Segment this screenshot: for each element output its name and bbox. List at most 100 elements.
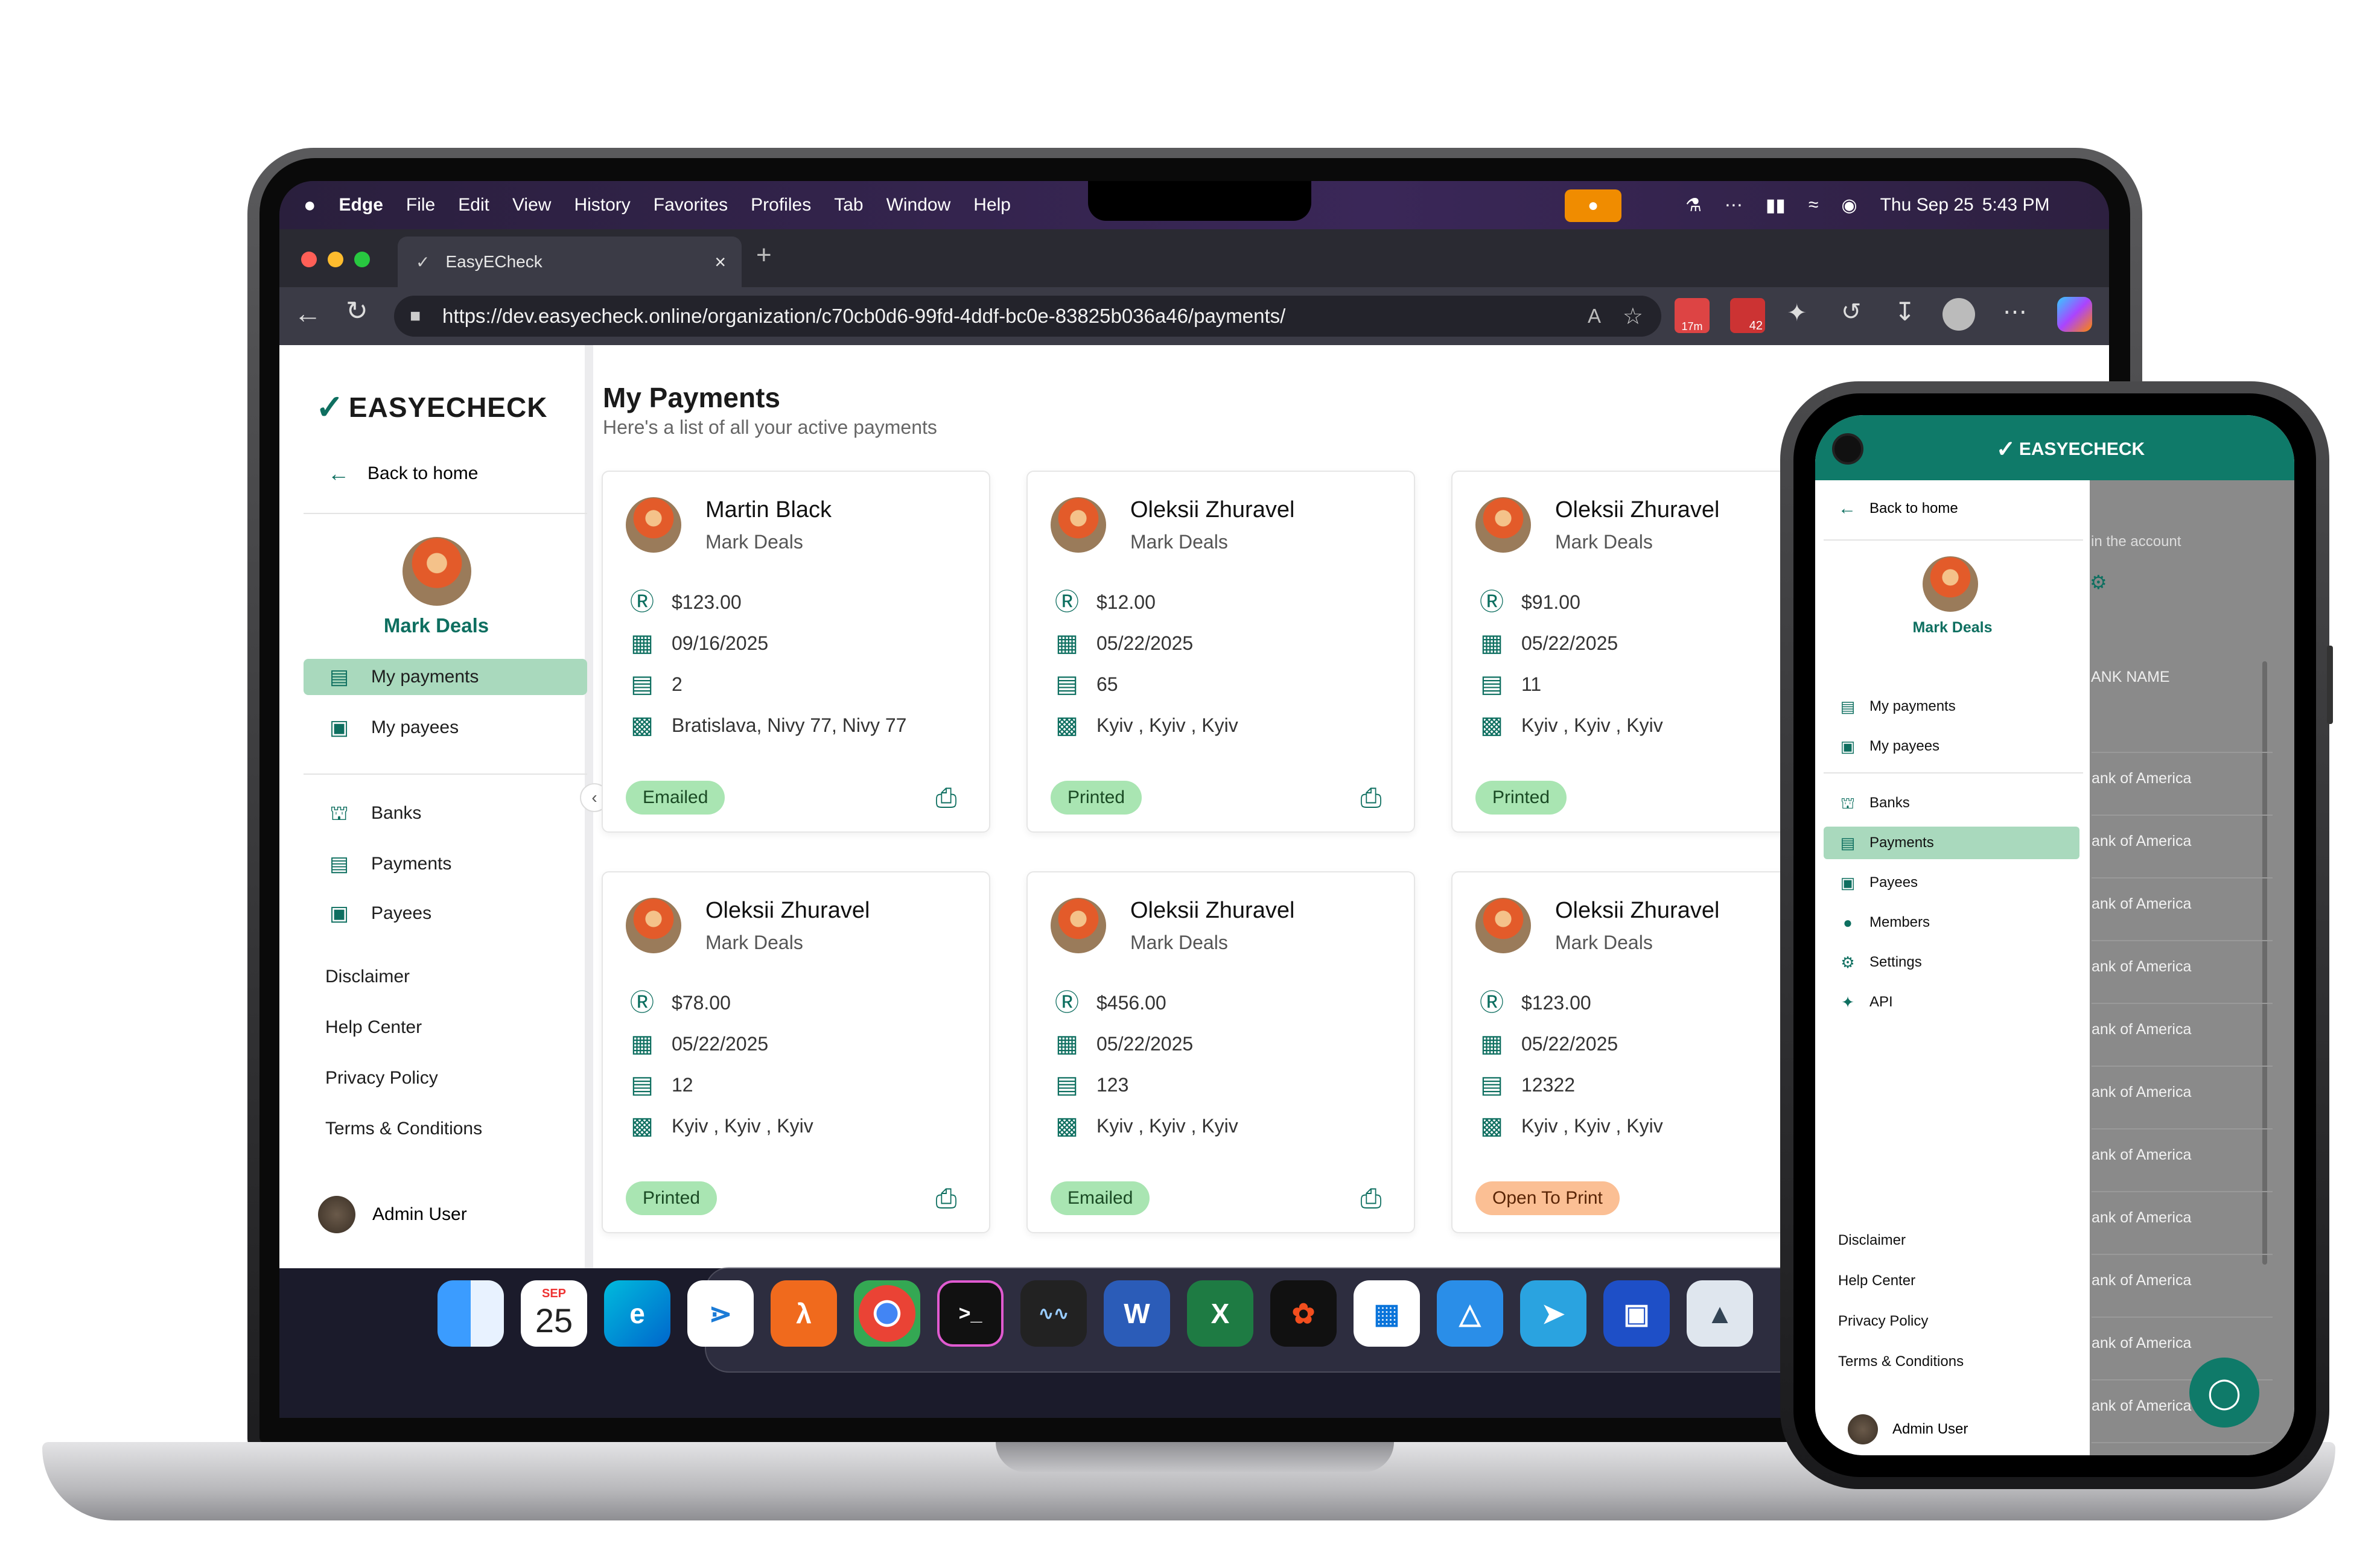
close-window-button[interactable] — [301, 252, 317, 267]
control-center-icon[interactable]: ◉ — [1841, 195, 1857, 216]
disclaimer-link[interactable]: Disclaimer — [325, 967, 410, 987]
terms-link[interactable]: Terms & Conditions — [325, 1119, 482, 1139]
printer-icon[interactable]: ⎙ — [930, 1183, 962, 1215]
phone-privacy-policy-link[interactable]: Privacy Policy — [1838, 1313, 1928, 1330]
app-store-icon[interactable]: △ — [1437, 1280, 1503, 1347]
browser-tab[interactable]: ✓ EasyECheck × — [398, 237, 742, 287]
menu-history[interactable]: History — [574, 195, 630, 215]
extensions-icon[interactable]: ✦ — [1787, 299, 1807, 327]
menu-help[interactable]: Help — [973, 195, 1011, 215]
phone-nav-members[interactable]: ● Members — [1824, 906, 2079, 939]
word-icon[interactable]: W — [1104, 1280, 1170, 1347]
history-icon[interactable]: ↺ — [1841, 298, 1862, 326]
address-bar[interactable]: ■ https://dev.easyecheck.online/organiza… — [394, 296, 1661, 337]
phone-nav-payments[interactable]: ▤ Payments — [1824, 827, 2079, 859]
lambda-app-icon[interactable]: λ — [771, 1280, 837, 1347]
phone-help-center-link[interactable]: Help Center — [1838, 1272, 1915, 1289]
figma-icon[interactable]: ✿ — [1270, 1280, 1337, 1347]
menu-app-name[interactable]: Edge — [339, 195, 383, 215]
menu-edit[interactable]: Edit — [458, 195, 489, 215]
building-icon: ▩ — [1055, 712, 1078, 739]
sidebar-item-my-payments[interactable]: ▤ My payments — [304, 659, 587, 695]
chrome-icon[interactable] — [854, 1280, 920, 1347]
excel-icon[interactable]: X — [1187, 1280, 1253, 1347]
back-icon[interactable]: ← — [294, 297, 322, 329]
payment-card[interactable]: Oleksii Zhuravel Mark Deals Ⓡ $12.00 ▦ 05/22/… — [1026, 471, 1415, 833]
more-icon[interactable]: ⋯ — [1725, 195, 1743, 216]
phone-nav-banks[interactable]: ⛫ Banks — [1824, 787, 2079, 819]
phone-disclaimer-link[interactable]: Disclaimer — [1838, 1232, 1906, 1249]
favorite-star-icon[interactable]: ☆ — [1623, 303, 1643, 330]
sidebar-item-my-payees[interactable]: ▣ My payees — [304, 710, 587, 746]
menu-file[interactable]: File — [406, 195, 435, 215]
status-badge: Open To Print — [1475, 1181, 1620, 1215]
accessibility-icon[interactable]: ⚗ — [1685, 195, 1702, 216]
privacy-policy-link[interactable]: Privacy Policy — [325, 1068, 438, 1088]
payment-card[interactable]: Oleksii Zhuravel Mark Deals Ⓡ $456.00 ▦ 05/22… — [1026, 871, 1415, 1233]
sidebar-item-payments[interactable]: ▤ Payments — [304, 846, 587, 882]
screen-sharing-icon[interactable]: ▣ — [1603, 1280, 1670, 1347]
sidebar-item-payees[interactable]: ▣ Payees — [304, 895, 587, 932]
phone-back-to-home[interactable]: ← Back to home — [1838, 498, 1958, 519]
calendar-icon[interactable]: SEP 25 — [521, 1280, 587, 1347]
payment-card[interactable]: Oleksii Zhuravel Mark Deals Ⓡ $78.00 ▦ 05/22/… — [602, 871, 990, 1233]
phone-user-menu[interactable]: Admin User — [1848, 1414, 1968, 1444]
extension-17m-icon[interactable]: 17m — [1675, 298, 1710, 333]
printer-icon[interactable]: ⎙ — [1355, 782, 1387, 815]
payment-amount: $123.00 — [1521, 991, 1591, 1014]
reload-icon[interactable]: ↻ — [346, 296, 368, 326]
minimize-window-button[interactable] — [328, 252, 343, 267]
read-aloud-icon[interactable]: A — [1588, 305, 1601, 328]
menu-profiles[interactable]: Profiles — [751, 195, 811, 215]
downloads-icon[interactable]: ↧ — [1894, 297, 1915, 326]
preview-icon[interactable]: ▲ — [1687, 1280, 1753, 1347]
check-number: 12 — [672, 1073, 693, 1096]
vscode-icon[interactable]: ⋗ — [687, 1280, 754, 1347]
battery-icon[interactable]: ▮▮ — [1766, 195, 1786, 216]
menubar-time[interactable]: 5:43 PM — [1982, 195, 2050, 215]
user-menu[interactable]: Admin User — [318, 1196, 467, 1233]
phone-nav-my-payments[interactable]: ▤ My payments — [1824, 690, 2079, 723]
chat-bubble-button[interactable]: ◯ — [2189, 1358, 2259, 1428]
phone-brand-logo[interactable]: ✓ EASYECHECK — [1996, 436, 2145, 463]
microphone-icon[interactable]: ● — [1565, 189, 1621, 222]
wifi-icon[interactable]: ≈ — [1809, 195, 1818, 215]
org-name[interactable]: Mark Deals — [279, 614, 593, 637]
zoom-window-button[interactable] — [354, 252, 370, 267]
edge-browser-icon[interactable]: e — [604, 1280, 670, 1347]
profile-avatar-icon[interactable] — [1942, 298, 1975, 331]
terminal-icon[interactable]: >_ — [937, 1280, 1004, 1347]
menu-view[interactable]: View — [512, 195, 551, 215]
payment-card[interactable]: Martin Black Mark Deals Ⓡ $123.00 ▦ 09/16/202… — [602, 471, 990, 833]
mail-extension-icon[interactable]: 42 — [1730, 298, 1765, 333]
phone-nav-payees[interactable]: ▣ Payees — [1824, 866, 2079, 899]
menubar-date[interactable]: Thu Sep 25 — [1880, 195, 1974, 215]
card-icon: ▤ — [1480, 671, 1503, 697]
menu-favorites[interactable]: Favorites — [654, 195, 728, 215]
windows-app-icon[interactable]: ▦ — [1354, 1280, 1420, 1347]
phone-nav-api[interactable]: ✦ API — [1824, 986, 2079, 1018]
printer-icon[interactable]: ⎙ — [1355, 1183, 1387, 1215]
phone-nav-settings[interactable]: ⚙ Settings — [1824, 946, 2079, 979]
copilot-icon[interactable] — [2057, 297, 2092, 332]
phone-terms-link[interactable]: Terms & Conditions — [1838, 1353, 1964, 1370]
activity-monitor-icon[interactable]: ∿∿ — [1020, 1280, 1087, 1347]
phone-nav-my-payees[interactable]: ▣ My payees — [1824, 730, 2079, 763]
browser-menu-icon[interactable]: ⋯ — [2003, 298, 2027, 326]
printer-icon[interactable]: ⎙ — [930, 782, 962, 815]
tab-close-icon[interactable]: × — [714, 251, 726, 273]
sidebar-item-banks[interactable]: ⛫ Banks — [304, 795, 587, 831]
back-to-home-link[interactable]: ← Back to home — [328, 461, 478, 486]
org-avatar[interactable] — [402, 537, 471, 606]
menu-tab[interactable]: Tab — [834, 195, 863, 215]
menu-window[interactable]: Window — [886, 195, 951, 215]
finder-icon[interactable] — [438, 1280, 504, 1347]
telegram-icon[interactable]: ➤ — [1520, 1280, 1586, 1347]
new-tab-icon[interactable]: + — [756, 240, 772, 270]
status-badge: Printed — [1475, 781, 1567, 815]
phone-org-name[interactable]: Mark Deals — [1815, 619, 2090, 637]
phone-org-avatar[interactable] — [1923, 556, 1978, 612]
brand-logo[interactable]: ✓ EASYECHECK — [316, 387, 547, 427]
help-center-link[interactable]: Help Center — [325, 1017, 422, 1038]
apple-icon[interactable]: ● — [304, 194, 316, 217]
